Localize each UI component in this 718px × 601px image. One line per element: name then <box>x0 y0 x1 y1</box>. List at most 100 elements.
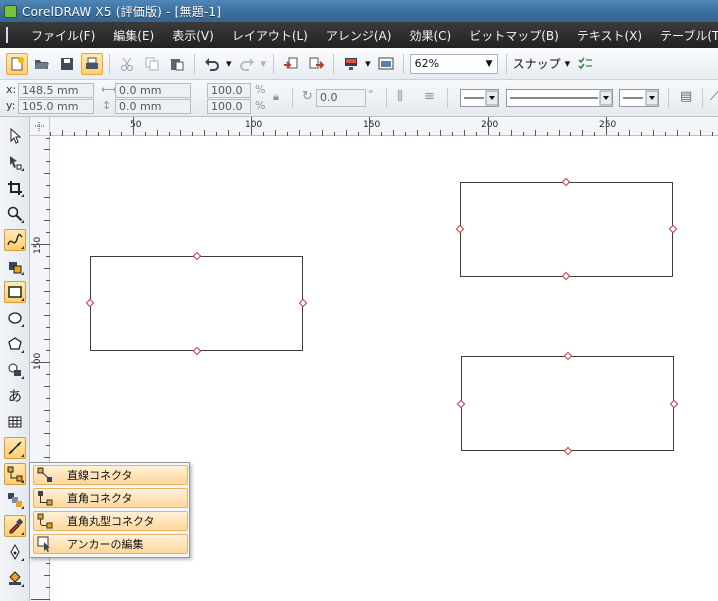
pick-tool[interactable] <box>4 125 26 147</box>
ruler-label: 150 <box>33 236 43 254</box>
ruler-tick <box>46 232 50 234</box>
toolbar-separator <box>447 88 448 108</box>
end-arrowhead-icon <box>623 90 659 106</box>
launcher-dropdown-icon[interactable]: ▾ <box>365 57 371 70</box>
ruler-tick <box>570 132 572 136</box>
lock-ratio-icon[interactable]: 🔒︎ <box>273 90 279 104</box>
options-button[interactable] <box>574 53 596 75</box>
object-width-field[interactable]: 0.0 mm <box>115 83 191 98</box>
ruler-tick <box>203 130 205 136</box>
freehand-tool[interactable] <box>4 229 26 251</box>
import-button[interactable] <box>280 53 302 75</box>
redo-dropdown-icon[interactable]: ▾ <box>261 57 267 70</box>
ruler-tick <box>712 132 714 136</box>
welcome-screen-button[interactable] <box>375 53 397 75</box>
zoom-level-select[interactable]: 62% ▼ <box>409 53 498 74</box>
text-tool[interactable]: あ <box>4 385 26 407</box>
x-position-field[interactable]: 148.5 mm <box>18 83 94 98</box>
ruler-tick <box>44 338 50 340</box>
ellipse-tool[interactable] <box>4 307 26 329</box>
y-position-field[interactable]: 105.0 mm <box>18 99 94 114</box>
document-icon[interactable] <box>6 27 8 43</box>
object-height-field[interactable]: 0.0 mm <box>115 99 191 114</box>
rotation-angle-field[interactable]: 0.0 <box>316 89 366 107</box>
ruler-tick <box>46 208 50 210</box>
rectangle-tool[interactable] <box>4 281 26 303</box>
menu-edit[interactable]: 編集(E) <box>104 27 163 44</box>
cut-button[interactable] <box>116 53 138 75</box>
new-document-button[interactable] <box>6 52 28 75</box>
ruler-tick <box>676 130 678 136</box>
snap-to-label[interactable]: スナップ <box>513 55 561 72</box>
ruler-origin[interactable] <box>30 117 50 136</box>
ruler-tick <box>523 132 525 136</box>
paste-button[interactable] <box>166 53 188 75</box>
undo-dropdown-icon[interactable]: ▾ <box>226 57 232 70</box>
scale-y-field[interactable]: 100.0 <box>207 99 251 114</box>
ruler-tick <box>263 132 264 136</box>
eyedropper-tool[interactable] <box>4 515 26 537</box>
mirror-vertical-icon[interactable]: ≡ <box>424 89 435 104</box>
ruler-tick <box>629 130 631 136</box>
scale-x-field[interactable]: 100.0 <box>207 83 251 98</box>
start-arrowhead-select[interactable] <box>460 89 499 107</box>
height-icon: ↕ <box>102 99 112 112</box>
save-button[interactable] <box>56 53 78 75</box>
shape-tool[interactable] <box>4 151 26 173</box>
rectangle-shape[interactable] <box>90 256 303 351</box>
crop-tool[interactable] <box>4 177 26 199</box>
convert-outline-icon[interactable]: ▤ <box>680 89 692 104</box>
undo-button[interactable] <box>201 53 223 75</box>
rounded-right-angle-connector-item[interactable]: 直角丸型コネクタ <box>33 511 188 531</box>
menu-file[interactable]: ファイル(F) <box>22 27 104 44</box>
ruler-tick <box>310 132 312 136</box>
basic-shapes-tool[interactable] <box>4 359 26 381</box>
copy-button[interactable] <box>141 53 163 75</box>
print-button[interactable] <box>81 52 103 75</box>
fill-tool[interactable] <box>4 567 26 589</box>
copy-icon <box>145 57 159 70</box>
menu-bitmaps[interactable]: ビットマップ(B) <box>460 27 568 44</box>
x-position-label: x: <box>6 83 17 96</box>
straight-connector-icon <box>37 467 52 482</box>
rectangle-shape[interactable] <box>461 356 674 451</box>
edit-anchor-item[interactable]: アンカーの編集 <box>33 534 188 554</box>
ruler-tick <box>133 117 134 135</box>
menu-view[interactable]: 表示(V) <box>163 27 223 44</box>
ruler-tick <box>393 130 394 136</box>
blend-tool[interactable] <box>4 489 26 511</box>
menu-table[interactable]: テーブル(T) <box>651 27 718 44</box>
ruler-tick <box>73 132 75 136</box>
more-options-icon[interactable]: ⟋ <box>710 89 718 104</box>
smart-fill-tool[interactable] <box>4 255 26 277</box>
export-icon <box>309 57 325 69</box>
toolbar-separator <box>668 88 669 108</box>
line-style-select[interactable] <box>506 89 613 107</box>
ruler-tick <box>227 130 229 136</box>
polygon-tool[interactable] <box>4 333 26 355</box>
snap-dropdown-icon[interactable]: ▾ <box>565 57 571 70</box>
rectangle-shape[interactable] <box>460 182 673 277</box>
dimension-tool[interactable] <box>4 437 26 459</box>
table-tool[interactable] <box>4 411 26 433</box>
export-button[interactable] <box>305 53 327 75</box>
straight-connector-item[interactable]: 直線コネクタ <box>33 465 188 485</box>
end-arrowhead-select[interactable] <box>619 89 659 107</box>
outline-pen-tool[interactable] <box>4 541 26 563</box>
zoom-tool[interactable] <box>4 203 26 225</box>
menu-layout[interactable]: レイアウト(L) <box>223 27 317 44</box>
horizontal-ruler[interactable]: 50 100 150 200 250 <box>50 117 718 136</box>
menu-effects[interactable]: 効果(C) <box>400 27 460 44</box>
application-launcher-button[interactable] <box>340 53 362 75</box>
edit-anchor-icon <box>37 536 50 552</box>
connector-tool[interactable] <box>4 463 26 485</box>
ruler-tick <box>357 132 359 136</box>
open-button[interactable] <box>31 53 53 75</box>
menu-text[interactable]: テキスト(X) <box>568 27 651 44</box>
right-angle-connector-item[interactable]: 直角コネクタ <box>33 488 188 508</box>
flyout-item-label: 直線コネクタ <box>67 469 133 482</box>
menu-arrange[interactable]: アレンジ(A) <box>317 27 401 44</box>
options-checklist-icon <box>578 57 593 69</box>
mirror-horizontal-icon[interactable]: ⫼ <box>397 89 403 104</box>
redo-button[interactable] <box>236 53 258 75</box>
